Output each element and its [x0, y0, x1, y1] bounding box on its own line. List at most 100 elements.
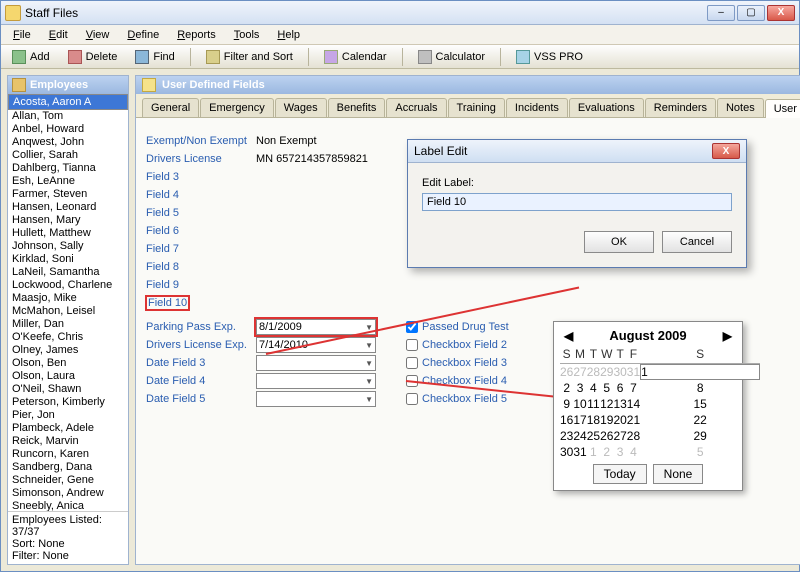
employee-list[interactable]: Acosta, Aaron AAllan, TomAnbel, HowardAn… — [8, 94, 128, 511]
toolbar-calendar[interactable]: Calendar — [317, 47, 394, 67]
employee-item[interactable]: Plambeck, Adele — [8, 422, 128, 435]
tab-notes[interactable]: Notes — [717, 98, 764, 117]
toolbar-vss-pro[interactable]: VSS PRO — [509, 47, 590, 67]
today-button[interactable]: Today — [593, 464, 647, 484]
tab-emergency[interactable]: Emergency — [200, 98, 274, 117]
checkbox-field[interactable]: Passed Drug Test — [406, 321, 509, 333]
calendar-day[interactable]: 12 — [600, 396, 613, 412]
minimize-button[interactable]: – — [707, 5, 735, 21]
menu-view[interactable]: View — [78, 27, 118, 43]
calendar-day[interactable]: 27 — [613, 428, 626, 444]
tab-user[interactable]: User — [765, 99, 800, 118]
calendar-day[interactable]: 31 — [627, 364, 640, 380]
checkbox[interactable] — [406, 339, 418, 351]
calendar-day[interactable]: 26 — [560, 364, 573, 380]
employee-item[interactable]: Hansen, Leonard — [8, 201, 128, 214]
employee-item[interactable]: Anbel, Howard — [8, 123, 128, 136]
edit-label-input[interactable] — [422, 193, 732, 211]
employee-item[interactable]: Olson, Ben — [8, 357, 128, 370]
menu-define[interactable]: Define — [119, 27, 167, 43]
tab-reminders[interactable]: Reminders — [645, 98, 716, 117]
date-field-label[interactable]: Date Field 5 — [146, 393, 256, 405]
calendar-day[interactable]: 21 — [627, 412, 640, 428]
employee-item[interactable]: Collier, Sarah — [8, 149, 128, 162]
tab-general[interactable]: General — [142, 98, 199, 117]
calendar-day[interactable]: 3 — [573, 380, 586, 396]
menu-reports[interactable]: Reports — [169, 27, 224, 43]
employee-item[interactable]: Olney, James — [8, 344, 128, 357]
employee-item[interactable]: Peterson, Kimberly — [8, 396, 128, 409]
prev-month-button[interactable]: ◀ — [560, 329, 577, 343]
field-label[interactable]: Field 3 — [146, 171, 256, 183]
calendar-day[interactable]: 28 — [627, 428, 640, 444]
calendar-day[interactable]: 30 — [613, 364, 626, 380]
tab-incidents[interactable]: Incidents — [506, 98, 568, 117]
employee-item[interactable]: O'Neil, Shawn — [8, 383, 128, 396]
field-label[interactable]: Exempt/Non Exempt — [146, 135, 256, 147]
checkbox[interactable] — [406, 357, 418, 369]
field-label[interactable]: Field 9 — [146, 279, 256, 291]
calendar-day[interactable]: 4 — [627, 444, 640, 460]
calendar-day[interactable]: 11 — [587, 396, 600, 412]
employee-item[interactable]: LaNeil, Samantha — [8, 266, 128, 279]
date-field-label[interactable]: Date Field 4 — [146, 375, 256, 387]
calendar-day[interactable]: 23 — [560, 428, 573, 444]
field-label[interactable]: Field 10 — [146, 296, 189, 310]
calendar-day[interactable]: 6 — [613, 380, 626, 396]
field-label[interactable]: Field 8 — [146, 261, 256, 273]
calendar-day[interactable]: 5 — [600, 380, 613, 396]
employee-item[interactable]: Sandberg, Dana — [8, 461, 128, 474]
calendar-day[interactable]: 19 — [600, 412, 613, 428]
date-dropdown[interactable]: ▼ — [256, 391, 376, 407]
calendar-day[interactable]: 14 — [627, 396, 640, 412]
calendar-day[interactable]: 3 — [613, 444, 626, 460]
calendar-day[interactable]: 26 — [600, 428, 613, 444]
tab-training[interactable]: Training — [448, 98, 505, 117]
employee-item[interactable]: Miller, Dan — [8, 318, 128, 331]
employee-item[interactable]: Simonson, Andrew — [8, 487, 128, 500]
menu-help[interactable]: Help — [269, 27, 308, 43]
employee-item[interactable]: Schneider, Gene — [8, 474, 128, 487]
tab-evaluations[interactable]: Evaluations — [569, 98, 644, 117]
calendar-day[interactable]: 7 — [627, 380, 640, 396]
field-label[interactable]: Field 7 — [146, 243, 256, 255]
toolbar-calculator[interactable]: Calculator — [411, 47, 493, 67]
calendar-day[interactable]: 2 — [560, 380, 573, 396]
employee-item[interactable]: Maasjo, Mike — [8, 292, 128, 305]
calendar-day[interactable]: 16 — [560, 412, 573, 428]
calendar-day[interactable]: 1 — [640, 364, 760, 380]
employee-item[interactable]: Anqwest, John — [8, 136, 128, 149]
calendar-day[interactable]: 29 — [640, 428, 760, 444]
menu-edit[interactable]: Edit — [41, 27, 76, 43]
calendar-day[interactable]: 29 — [600, 364, 613, 380]
calendar-day[interactable]: 20 — [613, 412, 626, 428]
employee-item[interactable]: Hansen, Mary — [8, 214, 128, 227]
ok-button[interactable]: OK — [584, 231, 654, 253]
calendar-day[interactable]: 4 — [587, 380, 600, 396]
date-field-label[interactable]: Date Field 3 — [146, 357, 256, 369]
field-value[interactable]: Non Exempt — [256, 135, 376, 147]
employee-item[interactable]: Farmer, Steven — [8, 188, 128, 201]
toolbar-add[interactable]: Add — [5, 47, 57, 67]
employee-item[interactable]: Esh, LeAnne — [8, 175, 128, 188]
toolbar-delete[interactable]: Delete — [61, 47, 125, 67]
employee-item[interactable]: Lockwood, Charlene — [8, 279, 128, 292]
toolbar-filter-and-sort[interactable]: Filter and Sort — [199, 47, 300, 67]
cancel-button[interactable]: Cancel — [662, 231, 732, 253]
employee-item[interactable]: Runcorn, Karen — [8, 448, 128, 461]
field-label[interactable]: Field 4 — [146, 189, 256, 201]
calendar-month-label[interactable]: August 2009 — [609, 328, 686, 343]
calendar-day[interactable]: 28 — [587, 364, 600, 380]
employee-item[interactable]: Pier, Jon — [8, 409, 128, 422]
calendar-day[interactable]: 27 — [573, 364, 586, 380]
calendar-day[interactable]: 1 — [587, 444, 600, 460]
maximize-button[interactable]: ▢ — [737, 5, 765, 21]
menu-tools[interactable]: Tools — [226, 27, 268, 43]
close-button[interactable]: X — [767, 5, 795, 21]
dialog-close-button[interactable]: X — [712, 143, 740, 159]
none-button[interactable]: None — [653, 464, 704, 484]
next-month-button[interactable]: ▶ — [719, 329, 736, 343]
calendar-day[interactable]: 13 — [613, 396, 626, 412]
employee-item[interactable]: O'Keefe, Chris — [8, 331, 128, 344]
calendar-day[interactable]: 17 — [573, 412, 586, 428]
